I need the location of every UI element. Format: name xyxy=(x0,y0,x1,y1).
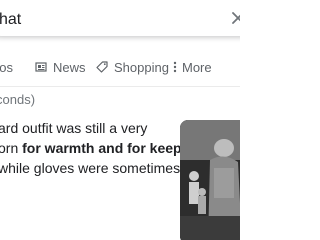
tab-shopping[interactable]: Shopping xyxy=(96,56,169,78)
snippet-line-1: ard outfit was still a very xyxy=(0,120,148,136)
vintage-photo-image xyxy=(180,120,240,240)
search-input[interactable]: hat xyxy=(0,11,21,29)
snippet-line-3: while gloves were sometimes xyxy=(0,160,181,176)
featured-snippet-text: ard outfit was still a very orn for warm… xyxy=(0,118,203,178)
tab-label: News xyxy=(53,59,86,75)
tab-label: Shopping xyxy=(114,59,169,75)
result-stats: conds) xyxy=(0,92,36,107)
snippet-thumbnail-image[interactable] xyxy=(180,120,240,240)
snippet-line-2: orn for warmth and for keeping xyxy=(0,138,203,158)
search-results-page: hat eos News Shopping xyxy=(0,0,240,240)
tag-icon xyxy=(96,61,108,73)
tabs-divider xyxy=(0,86,240,87)
more-vert-icon xyxy=(173,61,177,73)
tab-more[interactable]: More xyxy=(172,56,212,78)
tab-videos[interactable]: eos xyxy=(0,56,13,78)
snippet-highlight: for warmth and for keeping xyxy=(22,140,203,156)
search-tabs: eos News Shopping More xyxy=(0,56,240,78)
close-icon[interactable] xyxy=(230,10,240,26)
news-icon xyxy=(35,62,47,72)
snippet-line-2-prefix: orn xyxy=(0,140,23,156)
search-box[interactable] xyxy=(0,0,240,36)
tab-label: More xyxy=(182,59,212,75)
tab-news[interactable]: News xyxy=(35,56,86,78)
tab-label: eos xyxy=(0,59,13,75)
